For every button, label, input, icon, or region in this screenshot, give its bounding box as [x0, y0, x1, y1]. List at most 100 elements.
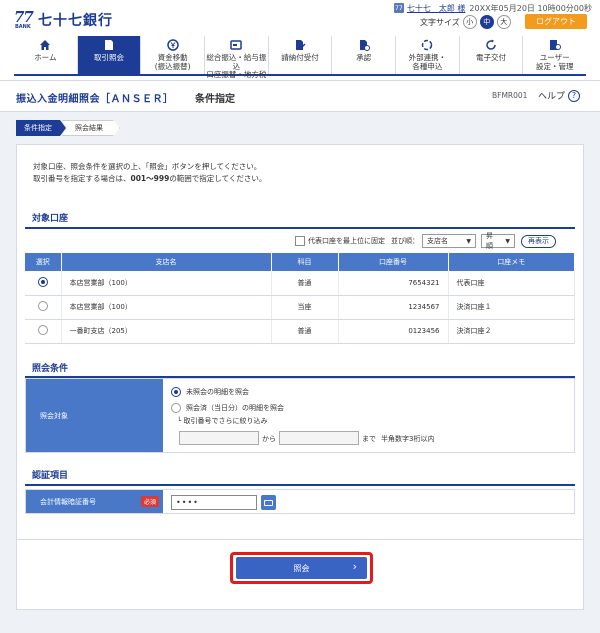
user-name-link[interactable]: 七十七 太郎 様 — [407, 3, 466, 14]
inquiry-submit-button[interactable]: 照会 › — [236, 557, 367, 579]
table-header-row: 選択 支店名 科目 口座番号 口座メモ — [25, 253, 575, 271]
nav-home[interactable]: ホーム — [14, 36, 78, 74]
account-radio[interactable] — [37, 276, 48, 287]
sort-key-select[interactable]: 支店名 ▼ — [422, 234, 476, 248]
auth-section-title: 認証項目 — [32, 471, 69, 481]
account-number-cell: 0123456 — [338, 319, 449, 344]
column-header: 科目 — [271, 253, 339, 271]
step-next: 照会結果 — [62, 120, 120, 136]
keyboard-icon — [264, 499, 273, 506]
type-cell: 当座 — [271, 295, 339, 320]
narrow-by-number-label: └ 取引番号でさらに絞り込み — [177, 417, 268, 425]
bank-name: 七十七銀行 — [38, 13, 113, 29]
table-row[interactable]: 本店営業部（100） 普通 7654321 代表口座 — [25, 271, 575, 296]
option-unviewed[interactable]: 未照会の明細を照会 — [171, 387, 249, 397]
user-info: 77 七十七 太郎 様 20XX年05月20日 10時00分00秒 — [393, 2, 592, 14]
submit-label: 照会 — [293, 563, 310, 573]
bank-logo[interactable]: 77 BANK 七十七銀行 — [14, 8, 114, 34]
pin-primary-checkbox[interactable] — [295, 236, 305, 246]
input-hint: 半角数字3桁以内 — [381, 435, 435, 443]
nav-label: 取引照会 — [94, 53, 124, 62]
redisplay-button[interactable]: 再表示 — [521, 234, 556, 248]
step-indicator: 条件指定 照会結果 — [16, 120, 120, 136]
column-header: 支店名 — [61, 253, 272, 271]
conditions-box: 照会対象 未照会の明細を照会 照会済（当日分）の明細を照会 └ 取引番号でさらに… — [25, 378, 575, 453]
home-icon — [39, 39, 51, 51]
option-viewed-today[interactable]: 照会済（当日分）の明細を照会 — [171, 403, 284, 413]
auth-body: •••• — [163, 490, 574, 513]
conditions-section-title: 照会条件 — [32, 364, 69, 374]
help-label: ヘルプ — [538, 92, 566, 102]
unviewed-radio[interactable] — [171, 387, 181, 397]
nav-label-2: 各種申込 — [412, 61, 443, 71]
nav-label: 電子交付 — [476, 53, 507, 62]
logo-bank-text: BANK — [15, 24, 31, 30]
type-cell: 普通 — [271, 271, 339, 296]
nav-external-link[interactable]: 外部連携・ 各種申込 — [396, 36, 460, 74]
logout-button[interactable]: ログアウト — [525, 14, 587, 29]
viewed-today-radio[interactable] — [171, 403, 181, 413]
account-table: 選択 支店名 科目 口座番号 口座メモ 本店営業部（100） 普通 765432… — [25, 253, 575, 344]
font-small-button[interactable]: 小 — [462, 15, 477, 29]
font-medium-button[interactable]: 中 — [479, 15, 494, 29]
card-icon — [230, 39, 243, 51]
refresh-icon — [485, 39, 497, 51]
to-label: まで — [362, 435, 376, 443]
yen-transfer-icon — [166, 39, 179, 51]
memo-cell: 決済口座２ — [448, 319, 575, 344]
transaction-number-to-input[interactable] — [279, 431, 359, 445]
approve-icon — [358, 39, 370, 51]
global-nav: ホーム 取引照会 資金移動 (振込振替) 総合振込・給与振込 口座振替・地方税 … — [14, 36, 586, 79]
screen-id: BFMR001 — [492, 91, 528, 100]
nav-label-2: 口座振替・地方税 — [206, 70, 267, 80]
pin-primary-label: 代表口座を最上位に固定 — [308, 237, 385, 245]
nav-transaction-inquiry[interactable]: 取引照会 — [77, 36, 142, 74]
nav-label: 承認 — [356, 53, 372, 62]
user-settings-icon — [549, 39, 561, 51]
user-icon: 77 — [393, 3, 404, 13]
instruction-line-1: 対象口座、照会条件を選択の上、「照会」ボタンを押してください。 — [33, 162, 262, 171]
unviewed-label: 未照会の明細を照会 — [186, 388, 249, 396]
footer-divider — [17, 539, 583, 540]
branch-cell: 一番町支店（205） — [61, 319, 272, 344]
nav-label-2: 設定・管理 — [535, 61, 574, 71]
help-icon: ? — [568, 89, 581, 102]
step-current: 条件指定 — [16, 120, 66, 136]
instructions: 対象口座、照会条件を選択の上、「照会」ボタンを押してください。 取引番号を指定す… — [33, 161, 266, 185]
page-title: 振込入金明細照会［ＡＮＳＥＲ］ — [16, 94, 174, 105]
nav-electronic-delivery[interactable]: 電子交付 — [460, 36, 524, 74]
table-row[interactable]: 本店営業部（100） 当座 1234567 決済口座１ — [25, 295, 575, 320]
type-cell: 普通 — [271, 319, 339, 344]
table-row[interactable]: 一番町支店（205） 普通 0123456 決済口座２ — [25, 319, 575, 344]
transaction-number-from-input[interactable] — [179, 431, 259, 445]
auth-label-text: 会計情報暗証番号 — [40, 497, 96, 506]
instruction-text: 取引番号を指定する場合は、 — [33, 174, 131, 183]
page-subtitle: 条件指定 — [195, 94, 235, 105]
nav-approval[interactable]: 承認 — [332, 36, 397, 74]
document-icon — [103, 39, 115, 51]
nav-payment-reception[interactable]: 請納付受付 — [269, 36, 333, 74]
sort-order-select[interactable]: 昇順 ▼ — [481, 232, 515, 250]
nav-fund-transfer[interactable]: 資金移動 (振込振替) — [141, 36, 206, 74]
viewed-today-label: 照会済（当日分）の明細を照会 — [186, 404, 284, 412]
last-login-time: 20XX年05月20日 10時00分00秒 — [469, 3, 592, 13]
nav-user-settings[interactable]: ユーザー 設定・管理 — [523, 36, 586, 74]
pen-document-icon — [294, 39, 306, 51]
nav-bulk-transfer[interactable]: 総合振込・給与振込 口座振替・地方税 — [205, 36, 269, 79]
font-size-label: 文字サイズ — [420, 17, 460, 27]
font-large-button[interactable]: 大 — [496, 15, 511, 29]
font-size-selector: 文字サイズ 小 中 大 — [420, 14, 511, 30]
instruction-text-end: の範囲で指定してください。 — [169, 174, 267, 183]
account-radio[interactable] — [37, 301, 48, 311]
account-number-cell: 7654321 — [338, 271, 449, 296]
password-input[interactable]: •••• — [171, 495, 257, 510]
account-toolbar: 代表口座を最上位に固定 並び順： 支店名 ▼ 昇順 ▼ 再表示 — [295, 232, 556, 250]
column-header: 選択 — [25, 253, 62, 271]
account-radio[interactable] — [37, 325, 48, 335]
sort-label: 並び順： — [391, 237, 419, 245]
instruction-range: 001〜999 — [130, 174, 170, 183]
column-header: 口座番号 — [338, 253, 449, 271]
branch-cell: 本店営業部（100） — [61, 295, 272, 320]
help-link[interactable]: ヘルプ ? — [538, 89, 581, 102]
software-keyboard-button[interactable] — [261, 495, 276, 510]
